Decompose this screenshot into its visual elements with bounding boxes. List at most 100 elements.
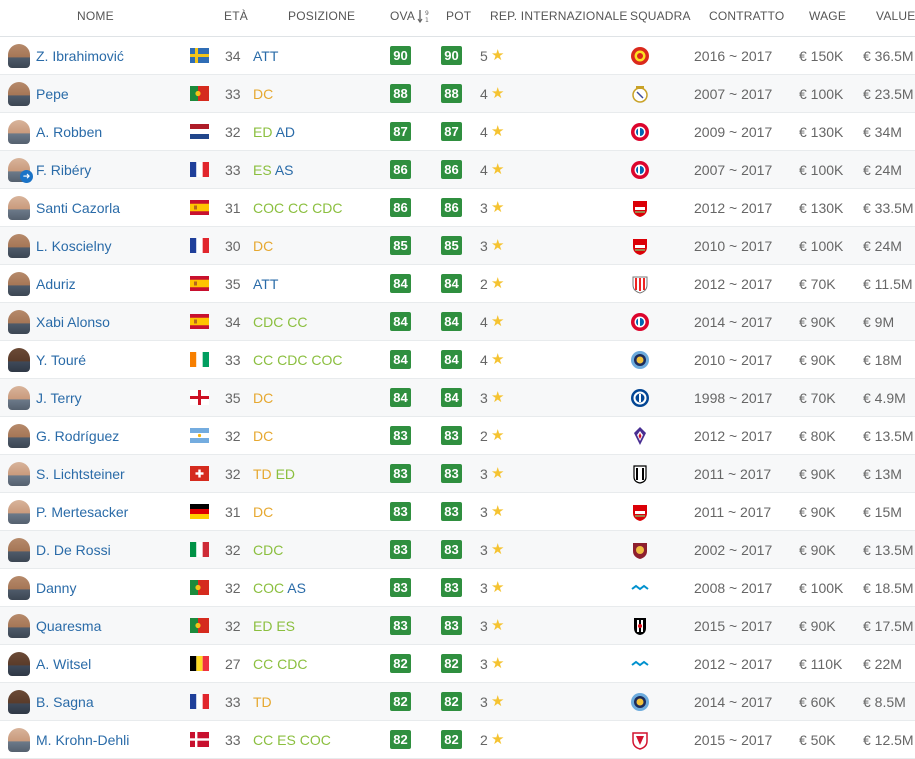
position-tag[interactable]: COC [253, 200, 284, 216]
col-rep[interactable]: REP. INTERNAZIONALE [490, 9, 628, 23]
table-row[interactable]: Xabi Alonso 34 CDC CC 84 84 4 ★ 2014 ~ 2017 € 90… [0, 303, 915, 341]
netherlands-flag[interactable] [190, 124, 209, 139]
col-position[interactable]: POSIZIONE [288, 9, 355, 23]
player-name-link[interactable]: Pepe [36, 86, 69, 102]
player-name-link[interactable]: S. Lichtsteiner [36, 466, 125, 482]
position-tag[interactable]: CC [253, 656, 273, 672]
position-tag[interactable]: ES [276, 618, 295, 634]
belgium-flag[interactable] [190, 656, 209, 671]
position-tag[interactable]: ATT [253, 48, 278, 64]
sort-desc-icon[interactable]: 91 [417, 8, 431, 26]
table-row[interactable]: A. Witsel 27 CC CDC 82 82 3 ★ 2012 ~ 2017 € 110K… [0, 645, 915, 683]
zenit-crest[interactable] [630, 578, 650, 598]
position-tag[interactable]: CC [253, 352, 273, 368]
germany-flag[interactable] [190, 504, 209, 519]
manchester-city-crest[interactable] [630, 350, 650, 370]
table-row[interactable]: D. De Rossi 32 CDC 83 83 3 ★ 2002 ~ 2017 € 90K € … [0, 531, 915, 569]
position-tag[interactable]: DC [253, 86, 273, 102]
player-name-link[interactable]: D. De Rossi [36, 542, 111, 558]
table-row[interactable]: J. Terry 35 DC 84 84 3 ★ 1998 ~ 2017 € 70K € 4.9M [0, 379, 915, 417]
position-tag[interactable]: ES [277, 732, 296, 748]
position-tag[interactable]: COC [300, 732, 331, 748]
table-row[interactable]: Aduriz 35 ATT 84 84 2 ★ 2012 ~ 2017 € 70K € 11.5M [0, 265, 915, 303]
position-tag[interactable]: DC [253, 428, 273, 444]
fiorentina-crest[interactable] [630, 426, 650, 446]
arsenal-crest[interactable] [630, 198, 650, 218]
france-flag[interactable] [190, 694, 209, 709]
portugal-flag[interactable] [190, 618, 209, 633]
table-row[interactable]: Z. Ibrahimović 34 ATT 90 90 5 ★ 2016 ~ 2017 € 15… [0, 37, 915, 75]
player-name-link[interactable]: Quaresma [36, 618, 101, 634]
juventus-crest[interactable] [630, 464, 650, 484]
table-row[interactable]: B. Sagna 33 TD 82 82 3 ★ 2014 ~ 2017 € 60K € 8.5M [0, 683, 915, 721]
col-pot[interactable]: POT [446, 9, 471, 23]
player-name-link[interactable]: Y. Touré [36, 352, 86, 368]
position-tag[interactable]: TD [253, 466, 272, 482]
portugal-flag[interactable] [190, 580, 209, 595]
switzerland-flag[interactable] [190, 466, 209, 481]
position-tag[interactable]: AD [276, 124, 295, 140]
argentina-flag[interactable] [190, 428, 209, 443]
position-tag[interactable]: AS [287, 580, 306, 596]
player-name-link[interactable]: G. Rodríguez [36, 428, 119, 444]
player-name-link[interactable]: L. Koscielny [36, 238, 111, 254]
arsenal-crest[interactable] [630, 236, 650, 256]
position-tag[interactable]: CC [288, 200, 308, 216]
position-tag[interactable]: ED [253, 124, 272, 140]
position-tag[interactable]: CDC [277, 352, 307, 368]
table-row[interactable]: G. Rodríguez 32 DC 83 83 2 ★ 2012 ~ 2017 € 80K € … [0, 417, 915, 455]
player-name-link[interactable]: Aduriz [36, 276, 76, 292]
position-tag[interactable]: CDC [253, 542, 283, 558]
manchester-city-crest[interactable] [630, 692, 650, 712]
zenit-crest[interactable] [630, 654, 650, 674]
player-name-link[interactable]: M. Krohn-Dehli [36, 732, 129, 748]
player-name-link[interactable]: Danny [36, 580, 76, 596]
roma-crest[interactable] [630, 540, 650, 560]
spain-flag[interactable] [190, 200, 209, 215]
col-value[interactable]: VALUE [876, 9, 915, 23]
table-row[interactable]: Y. Touré 33 CC CDC COC 84 84 4 ★ 2010 ~ 2017 € 9… [0, 341, 915, 379]
position-tag[interactable]: DC [253, 390, 273, 406]
bayern-crest[interactable] [630, 312, 650, 332]
arsenal-crest[interactable] [630, 502, 650, 522]
position-tag[interactable]: COC [253, 580, 284, 596]
france-flag[interactable] [190, 162, 209, 177]
position-tag[interactable]: ATT [253, 276, 278, 292]
player-name-link[interactable]: F. Ribéry [36, 162, 91, 178]
portugal-flag[interactable] [190, 86, 209, 101]
france-flag[interactable] [190, 238, 209, 253]
denmark-flag[interactable] [190, 732, 209, 747]
col-name[interactable]: NOME [77, 9, 114, 23]
bayern-crest[interactable] [630, 160, 650, 180]
athletic-bilbao-crest[interactable] [630, 274, 650, 294]
position-tag[interactable]: COC [311, 352, 342, 368]
table-row[interactable]: S. Lichtsteiner 32 TD ED 83 83 3 ★ 2011 ~ 2017 €… [0, 455, 915, 493]
real-madrid-crest[interactable] [630, 84, 650, 104]
besiktas-crest[interactable] [630, 616, 650, 636]
position-tag[interactable]: ES [253, 162, 272, 178]
table-row[interactable]: P. Mertesacker 31 DC 83 83 3 ★ 2011 ~ 2017 € 90K… [0, 493, 915, 531]
position-tag[interactable]: CDC [253, 314, 283, 330]
player-name-link[interactable]: P. Mertesacker [36, 504, 128, 520]
table-row[interactable]: ➜ F. Ribéry 33 ES AS 86 86 4 ★ 2007 ~ 2017 € 100K… [0, 151, 915, 189]
position-tag[interactable]: CDC [312, 200, 342, 216]
player-name-link[interactable]: A. Robben [36, 124, 102, 140]
col-club[interactable]: SQUADRA [630, 9, 691, 23]
position-tag[interactable]: DC [253, 504, 273, 520]
italy-flag[interactable] [190, 542, 209, 557]
position-tag[interactable]: ED [253, 618, 272, 634]
position-tag[interactable]: CC [287, 314, 307, 330]
position-tag[interactable]: AS [275, 162, 294, 178]
position-tag[interactable]: CC [253, 732, 273, 748]
table-row[interactable]: M. Krohn-Dehli 33 CC ES COC 82 82 2 ★ 2015 ~ 20… [0, 721, 915, 759]
spain-flag[interactable] [190, 314, 209, 329]
player-name-link[interactable]: Santi Cazorla [36, 200, 120, 216]
player-name-link[interactable]: A. Witsel [36, 656, 91, 672]
col-ova[interactable]: OVA [390, 9, 415, 23]
england-flag[interactable] [190, 390, 209, 405]
position-tag[interactable]: TD [253, 694, 272, 710]
table-row[interactable]: L. Koscielny 30 DC 85 85 3 ★ 2010 ~ 2017 € 100K €… [0, 227, 915, 265]
player-name-link[interactable]: Xabi Alonso [36, 314, 110, 330]
manchester-united-crest[interactable] [630, 46, 650, 66]
sevilla-crest[interactable] [630, 730, 650, 750]
